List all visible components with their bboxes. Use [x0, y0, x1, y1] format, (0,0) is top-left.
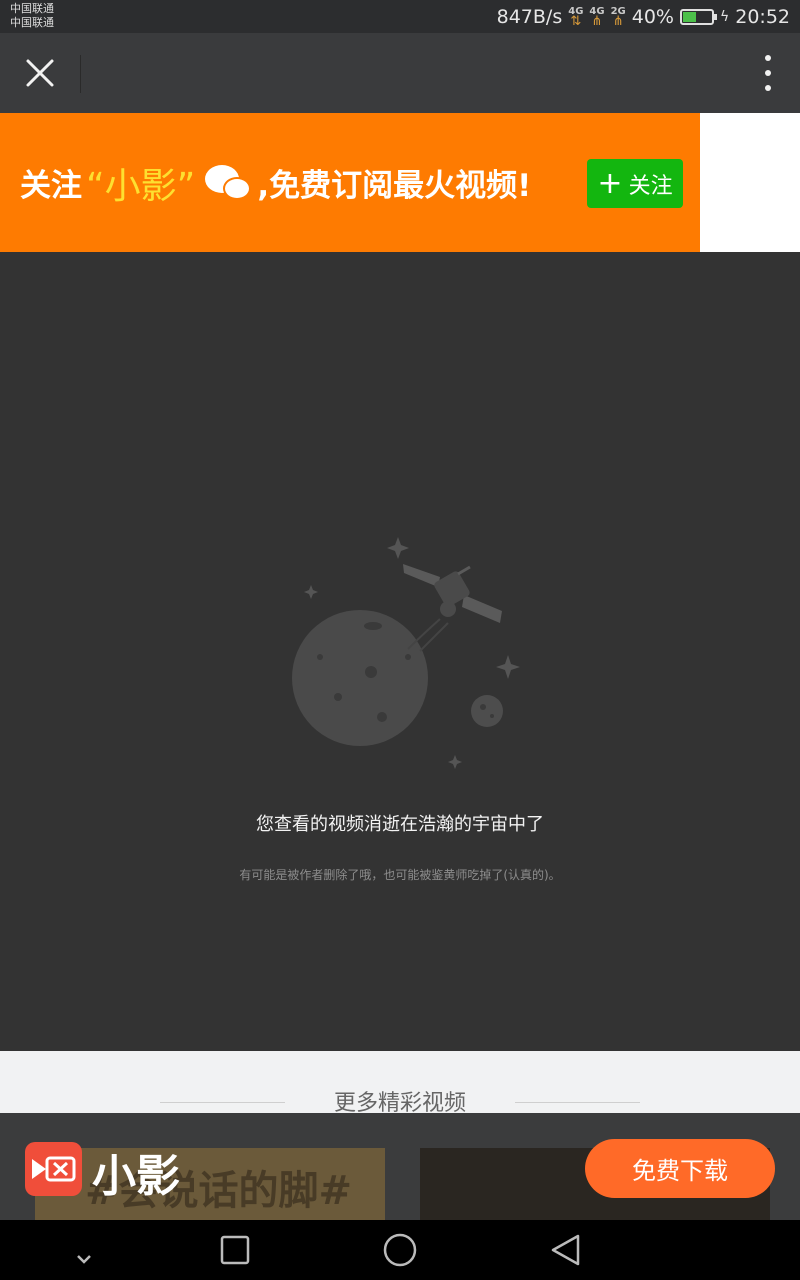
chevron-down-icon[interactable]	[64, 1230, 104, 1270]
carrier-1: 中国联通	[10, 2, 54, 15]
charging-icon: ϟ	[719, 8, 730, 25]
banner-suffix: ,免费订阅最火视频!	[257, 168, 532, 204]
system-nav-bar	[0, 1220, 800, 1280]
clock: 20:52	[735, 5, 790, 28]
banner-prefix: 关注	[20, 168, 82, 204]
signal-4g-2-icon: 4G ⋔	[589, 5, 605, 29]
follow-button-label: 关注	[628, 173, 673, 199]
video-thumbnail[interactable]: #会说话的脚#	[35, 1148, 385, 1220]
app-logo-icon[interactable]	[25, 1142, 82, 1196]
divider-right	[515, 1102, 640, 1103]
signal-2g-icon: 2G ⋔	[610, 5, 626, 29]
recent-apps-icon[interactable]	[215, 1230, 255, 1270]
signal-4g-icon: 4G ⇅	[568, 5, 584, 29]
back-icon[interactable]	[545, 1230, 585, 1270]
more-videos-section: 更多精彩视频	[0, 1051, 800, 1116]
video-unavailable-panel: 您查看的视频消逝在浩瀚的宇宙中了 有可能是被作者删除了哦，也可能被鉴黄师吃掉了(…	[0, 252, 800, 1051]
more-vertical-icon[interactable]	[760, 55, 776, 91]
error-sub-message: 有可能是被作者删除了哦，也可能被鉴黄师吃掉了(认真的)。	[239, 868, 561, 882]
network-speed: 847B/s	[496, 5, 563, 28]
app-name[interactable]: 小影	[92, 1140, 180, 1204]
banner-app-name: “小影”	[86, 165, 196, 207]
wechat-icon	[205, 163, 252, 203]
battery-percent: 40%	[631, 5, 674, 28]
top-divider	[80, 55, 81, 93]
carrier-labels: 中国联通 中国联通	[10, 2, 54, 30]
top-bar	[0, 33, 800, 113]
error-message: 您查看的视频消逝在浩瀚的宇宙中了	[256, 814, 544, 835]
home-icon[interactable]	[380, 1230, 420, 1270]
planet-satellite-illustration	[280, 527, 520, 777]
banner-gap	[700, 113, 800, 252]
carrier-2: 中国联通	[10, 16, 54, 29]
close-icon[interactable]	[20, 53, 60, 93]
status-bar: 中国联通 中国联通 847B/s 4G ⇅ 4G ⋔ 2G ⋔ 40% ϟ 20:52	[0, 0, 800, 33]
download-button[interactable]: 免费下载	[585, 1139, 775, 1198]
plus-icon: +	[597, 165, 623, 201]
battery-icon	[679, 8, 717, 25]
follow-button[interactable]: + 关注	[587, 159, 683, 208]
status-indicators: 847B/s 4G ⇅ 4G ⋔ 2G ⋔ 40% ϟ 20:52	[497, 0, 790, 33]
